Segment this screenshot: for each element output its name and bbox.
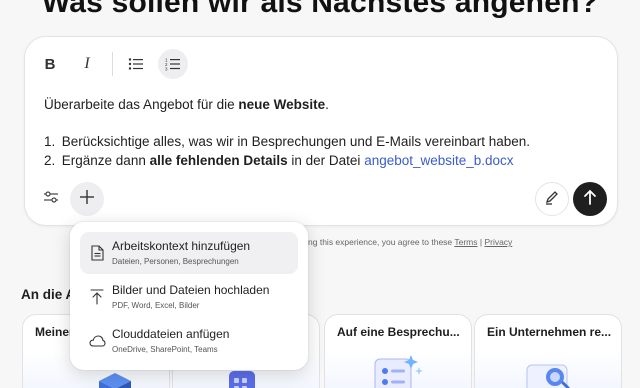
section-heading: An die A [21,287,76,302]
menu-item-add-work-context[interactable]: Arbeitskontext hinzufügen Dateien, Perso… [80,232,298,274]
menu-item-attach-cloud-files[interactable]: Clouddateien anfügen OneDrive, SharePoin… [80,320,298,362]
suggestion-card[interactable]: Ein Unternehmen re... [474,314,622,388]
list-item: 2. Ergänze dann alle fehlenden Details i… [44,151,604,170]
bullet-list-icon [128,57,144,71]
editor-bold-text: neue Website [238,97,326,112]
italic-icon: I [84,55,90,72]
tools-button[interactable] [34,182,68,216]
toolbar-divider [112,52,113,76]
add-button[interactable] [70,182,104,216]
card-title: Meiner [35,325,74,339]
list-text: Ergänze dann [61,153,150,168]
svg-text:3: 3 [165,67,168,72]
list-text: Berücksichtige alles, was wir in Besprec… [61,134,531,149]
arrow-up-icon [583,189,597,210]
upload-icon [88,288,106,306]
bold-button[interactable]: B [35,49,65,79]
plus-icon [80,189,94,209]
menu-item-subtitle: Dateien, Personen, Besprechungen [112,257,239,266]
file-link[interactable]: angebot_website_b.docx [364,153,513,168]
card-illustration [475,351,621,388]
disclaimer-text: ising this experience, you agree to thes… [300,237,455,247]
menu-item-title: Arbeitskontext hinzufügen [112,239,251,253]
menu-item-title: Bilder und Dateien hochladen [112,283,270,297]
document-icon [88,244,106,262]
menu-item-subtitle: PDF, Word, Excel, Bilder [112,301,200,310]
send-button[interactable] [573,182,607,216]
menu-item-upload-files[interactable]: Bilder und Dateien hochladen PDF, Word, … [80,276,298,318]
bold-icon: B [44,55,56,73]
list-bold-text: alle fehlenden Details [149,153,288,168]
add-menu-popup: Arbeitskontext hinzufügen Dateien, Perso… [70,222,308,370]
writing-style-button[interactable] [535,182,569,216]
page-headline: Was sollen wir als Nächstes angehen? [41,0,599,19]
prompt-composer[interactable]: B I 123 Überarbeite das Angebot für die … [24,36,618,226]
editor-numbered-list: 1. Berücksichtige alles, was wir in Besp… [44,132,604,170]
card-illustration [325,351,471,388]
numbered-list-button[interactable]: 123 [158,49,188,79]
sliders-icon [43,190,59,209]
editor-paragraph: Überarbeite das Angebot für die neue Web… [44,95,604,114]
menu-item-subtitle: OneDrive, SharePoint, Teams [112,345,218,354]
disclaimer: ising this experience, you agree to thes… [300,237,512,247]
list-number: 2. [44,153,56,168]
prompt-editor[interactable]: Überarbeite das Angebot für die neue Web… [44,95,604,170]
list-item: 1. Berücksichtige alles, was wir in Besp… [44,132,604,151]
cloud-icon [88,332,106,350]
editor-text: Überarbeite das Angebot für die [44,97,239,112]
list-text: in der Datei [287,153,365,168]
italic-button[interactable]: I [72,49,102,79]
suggestion-card[interactable]: Auf eine Besprechu... [324,314,472,388]
privacy-link[interactable]: Privacy [484,237,512,247]
menu-item-title: Clouddateien anfügen [112,327,230,341]
card-title: Auf eine Besprechu... [337,325,460,339]
pen-icon [544,189,560,210]
list-number: 1. [44,134,56,149]
card-title: Ein Unternehmen re... [487,325,612,339]
bullet-list-button[interactable] [121,49,151,79]
editor-text: . [325,97,329,112]
terms-link[interactable]: Terms [454,237,477,247]
numbered-list-icon: 123 [165,57,181,71]
